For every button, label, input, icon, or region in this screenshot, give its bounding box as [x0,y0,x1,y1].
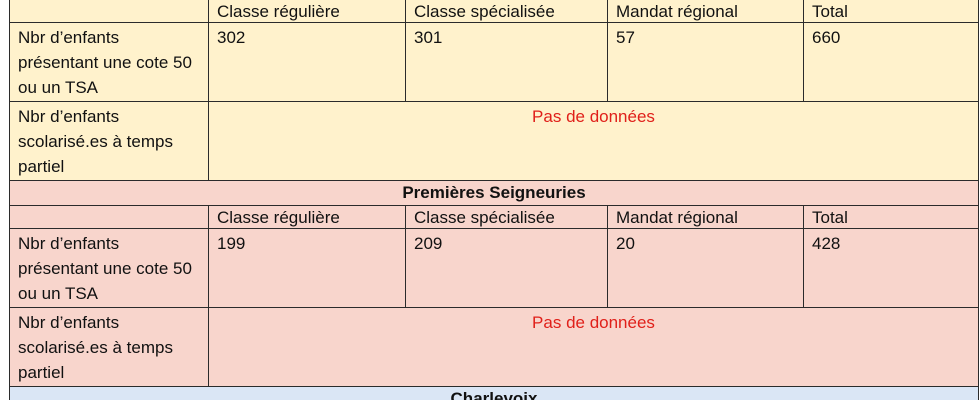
table-row: Nbr d’enfants présentant une cote 50 ou … [9,228,979,308]
value-classe-specialisee: 301 [405,22,608,102]
section-title: Premières Seigneuries [9,180,979,206]
document-page: Classe régulière Classe spécialisée Mand… [0,0,980,400]
value-classe-specialisee: 209 [405,228,608,308]
header-empty-cell [9,0,209,23]
value-classe-reguliere: 302 [208,22,406,102]
header-classe-reguliere: Classe régulière [208,205,406,229]
header-mandat-regional: Mandat régional [607,0,804,23]
row-label-temps-partiel: Nbr d’enfants scolarisé.es à temps parti… [9,307,209,387]
regional-data-table: Classe régulière Classe spécialisée Mand… [9,0,979,400]
value-classe-reguliere: 199 [208,228,406,308]
section-title-row: Premières Seigneuries [9,180,979,206]
table-row: Nbr d’enfants scolarisé.es à temps parti… [9,101,979,181]
section-title-row: Charlevoix [9,386,979,400]
column-header-row: Classe régulière Classe spécialisée Mand… [9,205,979,229]
value-total: 428 [803,228,979,308]
value-total: 660 [803,22,979,102]
section-title: Charlevoix [9,386,979,400]
header-classe-specialisee: Classe spécialisée [405,0,608,23]
no-data-cell: Pas de données [208,307,979,387]
row-label-cote-tsa: Nbr d’enfants présentant une cote 50 ou … [9,228,209,308]
row-label-temps-partiel: Nbr d’enfants scolarisé.es à temps parti… [9,101,209,181]
value-mandat-regional: 20 [607,228,804,308]
header-mandat-regional: Mandat régional [607,205,804,229]
header-total: Total [803,205,979,229]
header-total: Total [803,0,979,23]
no-data-cell: Pas de données [208,101,979,181]
value-mandat-regional: 57 [607,22,804,102]
header-classe-reguliere: Classe régulière [208,0,406,23]
header-classe-specialisee: Classe spécialisée [405,205,608,229]
column-header-row: Classe régulière Classe spécialisée Mand… [9,0,979,23]
table-row: Nbr d’enfants scolarisé.es à temps parti… [9,307,979,387]
row-label-cote-tsa: Nbr d’enfants présentant une cote 50 ou … [9,22,209,102]
header-empty-cell [9,205,209,229]
table-row: Nbr d’enfants présentant une cote 50 ou … [9,22,979,102]
